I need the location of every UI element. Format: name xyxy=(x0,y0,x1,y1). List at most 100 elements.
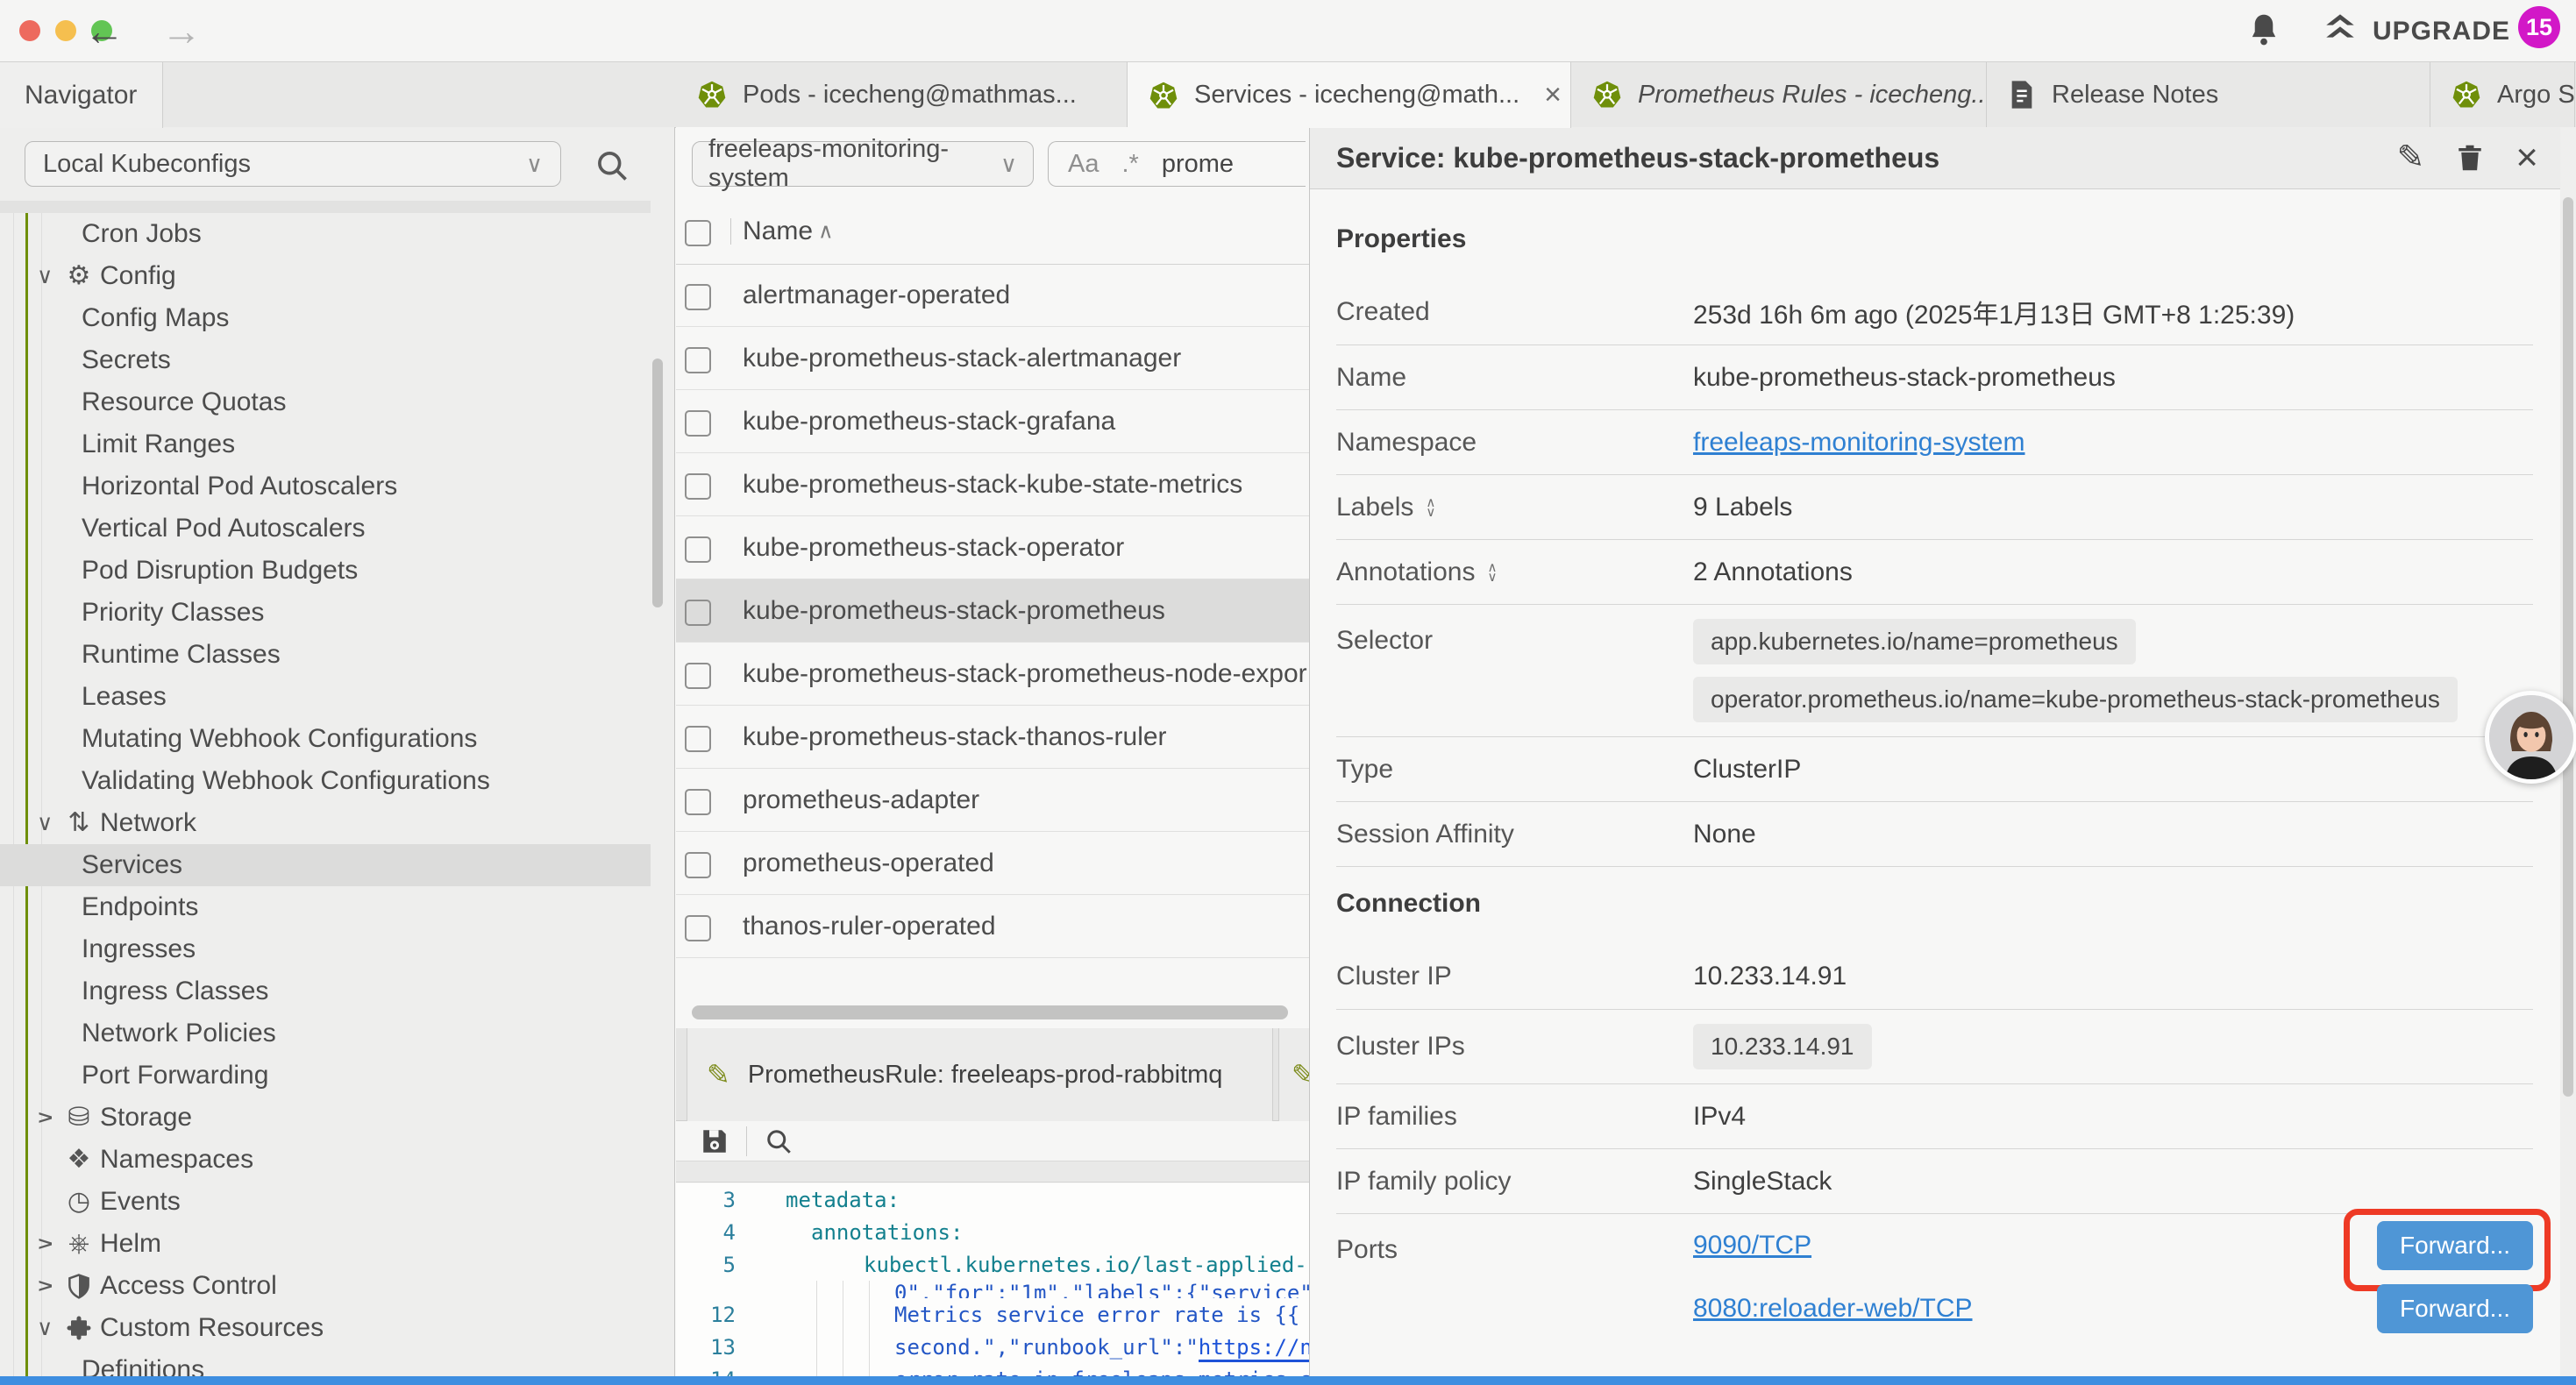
match-case-toggle[interactable]: Aa xyxy=(1068,150,1099,179)
sidebar-item-endpoints[interactable]: Endpoints xyxy=(0,886,651,928)
sidebar-item-validating-webhook-configurations[interactable]: Validating Webhook Configurations xyxy=(0,760,651,802)
sidebar-item-resource-quotas[interactable]: Resource Quotas xyxy=(0,381,651,423)
table-row[interactable]: prometheus-operated xyxy=(676,832,1309,895)
forward-arrow-icon[interactable]: → xyxy=(161,7,202,54)
code-link[interactable]: https://net xyxy=(1199,1335,1309,1362)
row-checkbox[interactable] xyxy=(685,284,711,310)
detail-row-namespace: Namespacefreeleaps-monitoring-system xyxy=(1336,409,2533,474)
detail-row-ports: Ports9090/TCPForward...8080:reloader-web… xyxy=(1336,1213,2533,1340)
notification-badge[interactable]: 15 xyxy=(2518,6,2560,48)
code-text: kubectl.kubernetes.io/last-applied-con xyxy=(864,1253,1309,1277)
sidebar-item-services[interactable]: Services xyxy=(0,844,651,886)
sidebar-item-events[interactable]: ◷Events xyxy=(0,1181,651,1223)
sidebar-item-namespaces[interactable]: ❖Namespaces xyxy=(0,1139,651,1181)
table-row[interactable]: kube-prometheus-stack-grafana xyxy=(676,390,1309,453)
chevron-down-icon[interactable]: ∨ xyxy=(37,810,53,836)
row-checkbox[interactable] xyxy=(685,663,711,689)
yaml-editor[interactable]: 3metadata:4annotations:5kubectl.kubernet… xyxy=(676,1183,1309,1385)
editor-tab-prometheusrule[interactable]: ✎ PrometheusRule: freeleaps-prod-rabbitm… xyxy=(687,1028,1273,1121)
tab-release-notes[interactable]: Release Notes xyxy=(1987,62,2430,127)
forward-button[interactable]: Forward... xyxy=(2377,1284,2533,1333)
sidebar-item-config[interactable]: ∨⚙Config xyxy=(0,255,651,297)
column-resize-handle[interactable] xyxy=(730,218,731,245)
sidebar-item-config-maps[interactable]: Config Maps xyxy=(0,297,651,339)
sidebar-item-storage[interactable]: ∨⛁Storage xyxy=(0,1097,651,1139)
user-avatar[interactable] xyxy=(2485,691,2576,784)
sidebar-item-horizontal-pod-autoscalers[interactable]: Horizontal Pod Autoscalers xyxy=(0,465,651,508)
table-row[interactable]: kube-prometheus-stack-kube-state-metrics xyxy=(676,453,1309,516)
kubeconfig-dropdown[interactable]: Local Kubeconfigs ∨ xyxy=(25,141,561,187)
sort-ascending-icon[interactable]: ∧ xyxy=(818,219,834,245)
save-icon[interactable] xyxy=(699,1126,730,1157)
name-column-header[interactable]: Name xyxy=(743,217,813,246)
expand-collapse-icon[interactable]: ∧∨ xyxy=(1426,498,1435,517)
sidebar-item-secrets[interactable]: Secrets xyxy=(0,339,651,381)
trash-icon[interactable] xyxy=(2454,142,2486,174)
row-checkbox[interactable] xyxy=(685,600,711,626)
close-window-button[interactable] xyxy=(19,20,40,41)
table-row[interactable]: kube-prometheus-stack-thanos-ruler xyxy=(676,706,1309,769)
chevron-right-icon[interactable]: ∨ xyxy=(32,1278,58,1294)
chevron-right-icon[interactable]: ∨ xyxy=(32,1236,58,1252)
back-arrow-icon[interactable]: ← xyxy=(84,7,125,54)
table-row[interactable]: prometheus-adapter xyxy=(676,769,1309,832)
row-checkbox[interactable] xyxy=(685,789,711,815)
sidebar-scrollbar[interactable] xyxy=(652,359,663,607)
sidebar-item-pod-disruption-budgets[interactable]: Pod Disruption Budgets xyxy=(0,550,651,592)
table-row[interactable]: kube-prometheus-stack-prometheus-node-ex… xyxy=(676,643,1309,706)
row-checkbox[interactable] xyxy=(685,852,711,878)
table-row[interactable]: kube-prometheus-stack-operator xyxy=(676,516,1309,579)
sidebar-item-priority-classes[interactable]: Priority Classes xyxy=(0,592,651,634)
editor-search-icon[interactable] xyxy=(763,1126,794,1157)
sidebar-item-ingress-classes[interactable]: Ingress Classes xyxy=(0,970,651,1012)
table-row[interactable]: kube-prometheus-stack-prometheus xyxy=(676,579,1309,643)
forward-button[interactable]: Forward... xyxy=(2377,1221,2533,1270)
table-row[interactable]: kube-prometheus-stack-alertmanager xyxy=(676,327,1309,390)
expand-collapse-icon[interactable]: ∧∨ xyxy=(1487,563,1497,582)
row-checkbox[interactable] xyxy=(685,915,711,941)
sidebar-item-network-policies[interactable]: Network Policies xyxy=(0,1012,651,1055)
tab-prometheus-rules-icecheng[interactable]: Prometheus Rules - icecheng... xyxy=(1571,62,1987,127)
bell-icon[interactable] xyxy=(2245,11,2283,53)
sidebar-item-network[interactable]: ∨⇅Network xyxy=(0,802,651,844)
table-row[interactable]: thanos-ruler-operated xyxy=(676,895,1309,958)
sidebar-item-leases[interactable]: Leases xyxy=(0,676,651,718)
select-all-checkbox[interactable] xyxy=(685,220,711,246)
row-checkbox[interactable] xyxy=(685,726,711,752)
detail-scrollbar[interactable] xyxy=(2563,197,2573,1097)
regex-toggle[interactable]: .* xyxy=(1121,150,1138,179)
sidebar-item-helm[interactable]: ∨⎈Helm xyxy=(0,1223,651,1265)
row-checkbox[interactable] xyxy=(685,410,711,437)
editor-tab-clipped[interactable]: ✎ xyxy=(1278,1028,1309,1121)
sidebar-item-mutating-webhook-configurations[interactable]: Mutating Webhook Configurations xyxy=(0,718,651,760)
sidebar-item-port-forwarding[interactable]: Port Forwarding xyxy=(0,1055,651,1097)
tab-pods-icecheng-mathmas[interactable]: Pods - icecheng@mathmas... xyxy=(676,62,1128,127)
sidebar-item-cron-jobs[interactable]: Cron Jobs xyxy=(0,213,651,255)
tab-navigator[interactable]: Navigator xyxy=(0,62,163,128)
port-link[interactable]: 9090/TCP xyxy=(1693,1231,1811,1261)
upgrade-button[interactable]: UPGRADE xyxy=(2322,11,2510,52)
tab-services-icecheng-math[interactable]: Services - icecheng@math...× xyxy=(1128,62,1571,128)
sidebar-item-custom-resources[interactable]: ∨Custom Resources xyxy=(0,1307,651,1349)
sidebar-item-runtime-classes[interactable]: Runtime Classes xyxy=(0,634,651,676)
minimize-window-button[interactable] xyxy=(55,20,76,41)
close-tab-icon[interactable]: × xyxy=(1535,78,1562,112)
port-link[interactable]: 8080:reloader-web/TCP xyxy=(1693,1294,1973,1324)
sidebar-item-ingresses[interactable]: Ingresses xyxy=(0,928,651,970)
sidebar-item-access-control[interactable]: ∨Access Control xyxy=(0,1265,651,1307)
tab-argo-se[interactable]: Argo Se xyxy=(2430,62,2575,127)
chevron-down-icon[interactable]: ∨ xyxy=(37,1315,53,1341)
row-checkbox[interactable] xyxy=(685,347,711,373)
chevron-down-icon[interactable]: ∨ xyxy=(37,263,53,289)
row-checkbox[interactable] xyxy=(685,536,711,563)
chevron-right-icon[interactable]: ∨ xyxy=(32,1110,58,1126)
namespace-dropdown[interactable]: freeleaps-monitoring-system ∨ xyxy=(692,141,1034,187)
search-input[interactable]: Aa .* prome xyxy=(1048,141,1306,187)
namespace-link[interactable]: freeleaps-monitoring-system xyxy=(1693,428,2025,458)
search-icon[interactable] xyxy=(593,146,631,189)
sidebar-item-vertical-pod-autoscalers[interactable]: Vertical Pod Autoscalers xyxy=(0,508,651,550)
table-row[interactable]: alertmanager-operated xyxy=(676,264,1309,327)
row-checkbox[interactable] xyxy=(685,473,711,500)
sidebar-item-limit-ranges[interactable]: Limit Ranges xyxy=(0,423,651,465)
horizontal-scrollbar[interactable] xyxy=(692,1005,1288,1019)
